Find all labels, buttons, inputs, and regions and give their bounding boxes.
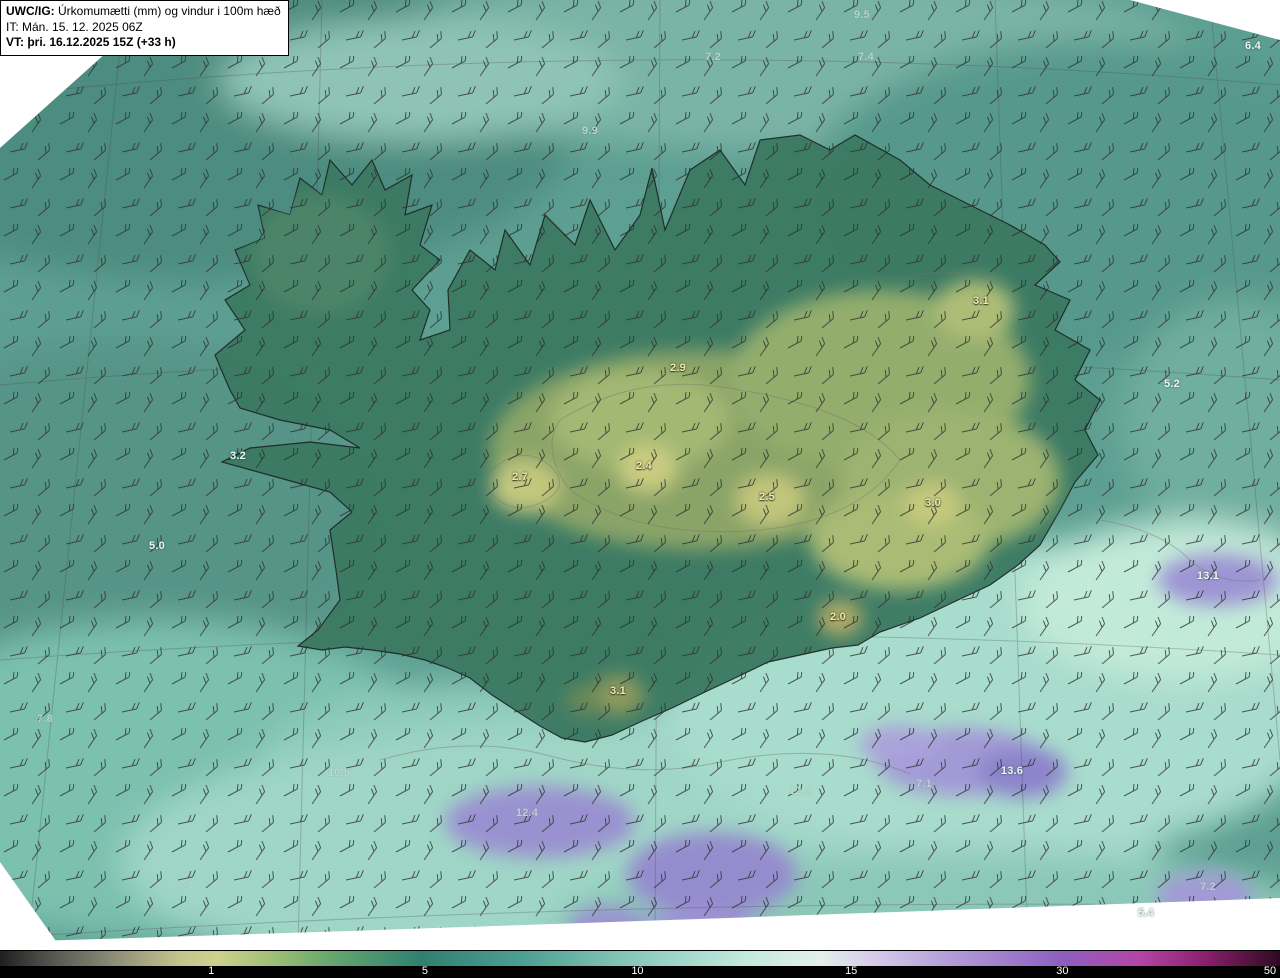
weather-map-page: 9.5 7.2 7.4 6.4 9.9 3.1 2.9 5.2 3.2 2.7 2.4 2.5 3.0 5… (0, 0, 1280, 978)
colorbar-gradient (0, 951, 1280, 966)
map-header-box: UWC/IG: Úrkomumætti (mm) og vindur i 100… (0, 0, 289, 56)
title-text: Úrkomumætti (mm) og vindur i 100m hæð (54, 4, 281, 18)
wind-barb-field (0, 0, 1280, 950)
precipitation-wind-map (0, 0, 1280, 950)
valid-time-text: þri. 16.12.2025 15Z (+33 h) (24, 35, 176, 50)
valid-time-label: VT: (6, 35, 24, 50)
init-time: IT: Mán. 15. 12. 2025 06Z (6, 19, 143, 34)
colorbar-tick-label: 1 (208, 965, 215, 977)
map-canvas: 9.5 7.2 7.4 6.4 9.9 3.1 2.9 5.2 3.2 2.7 2.4 2.5 3.0 5… (0, 0, 1280, 950)
model-label: UWC/IG: (6, 4, 55, 18)
colorbar-ticks: 1 5 10 15 30 50 (0, 965, 1280, 978)
colorbar-tick-label: 15 (845, 965, 858, 977)
valid-time: VT: þri. 16.12.2025 15Z (+33 h) (6, 35, 281, 51)
precip-colorbar: 1 5 10 15 30 50 (0, 950, 1280, 978)
map-title: UWC/IG: Úrkomumætti (mm) og vindur i 100… (6, 4, 281, 20)
colorbar-tick-label: 50 (1263, 965, 1277, 977)
colorbar-tick-label: 5 (421, 965, 429, 977)
colorbar-tick-label: 10 (631, 965, 644, 977)
colorbar-tick-label: 30 (1056, 965, 1069, 977)
